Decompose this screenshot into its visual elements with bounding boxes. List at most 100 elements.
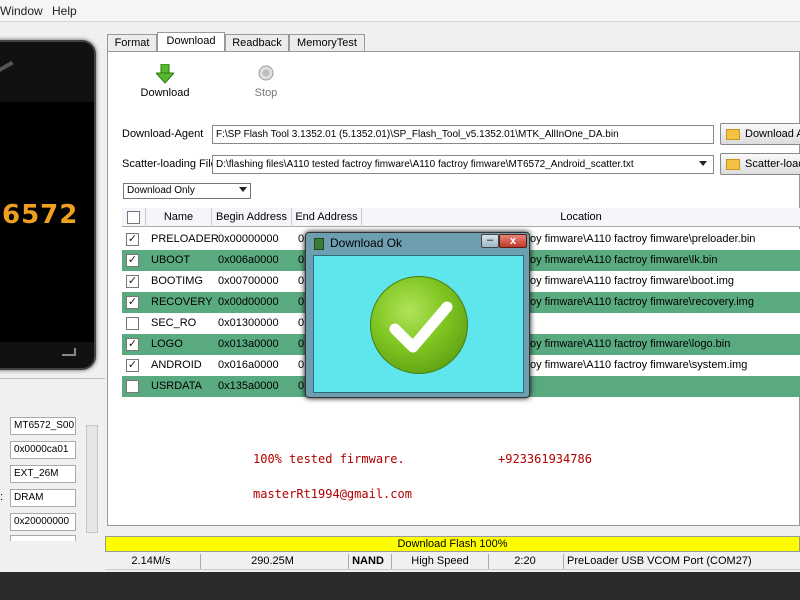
menu-window[interactable]: Window xyxy=(0,4,43,18)
tab-download[interactable]: Download xyxy=(157,32,225,52)
tab-readback[interactable]: Readback xyxy=(225,34,289,52)
scatter-field[interactable]: D:\flashing files\A110 tested factroy fi… xyxy=(212,155,714,174)
checkmark-icon xyxy=(370,276,468,374)
scatter-button[interactable]: Scatter-loading xyxy=(720,153,800,175)
download-button[interactable]: Download xyxy=(135,63,195,104)
row-checkbox[interactable]: ✓ xyxy=(126,359,139,372)
row-checkbox[interactable]: ✓ xyxy=(126,233,139,246)
row-location: oy fimware\A110 factroy fimware\lk.bin xyxy=(530,254,718,266)
status-time: 2:20 xyxy=(514,555,536,567)
minimize-button[interactable]: – xyxy=(481,234,499,248)
menu-bar: Window Help xyxy=(0,0,800,22)
stop-icon xyxy=(258,65,274,81)
row-location: oy fimware\A110 factroy fimware\system.i… xyxy=(530,359,748,371)
row-begin-address: 0x00700000 xyxy=(218,275,279,287)
row-checkbox[interactable]: ✓ xyxy=(126,338,139,351)
info-hw-code: 0x0000ca01 xyxy=(10,441,76,459)
row-name: LOGO xyxy=(151,338,183,350)
header-begin[interactable]: Begin Address xyxy=(212,208,292,227)
row-checkbox[interactable]: ✓ xyxy=(126,275,139,288)
taskbar-strip xyxy=(0,572,800,600)
row-end-address: 0 xyxy=(298,380,305,392)
select-all-checkbox[interactable] xyxy=(127,211,140,224)
row-end-address: 0 xyxy=(298,254,305,266)
download-agent-label: Download-Agent xyxy=(122,128,204,140)
tab-format[interactable]: Format xyxy=(107,34,157,52)
close-button[interactable]: x xyxy=(499,234,527,248)
promo-email: masterRt1994@gmail.com xyxy=(253,487,412,501)
row-name: PRELOADER xyxy=(151,233,219,245)
row-location: oy fimware\A110 factroy fimware\boot.img xyxy=(530,275,734,287)
row-checkbox[interactable] xyxy=(126,380,139,393)
phone-preview: 6572 xyxy=(0,30,105,380)
row-end-address: 0 xyxy=(298,359,305,371)
promo-phone: +923361934786 xyxy=(498,452,592,466)
info-ram-size: 0x20000000 xyxy=(10,513,76,531)
mode-select[interactable]: Download Only xyxy=(123,183,251,199)
row-begin-address: 0x00d00000 xyxy=(218,296,279,308)
row-name: UBOOT xyxy=(151,254,191,266)
row-begin-address: 0x016a0000 xyxy=(218,359,279,371)
progress-bar: Download Flash 100% xyxy=(105,536,800,552)
info-ram-type: DRAM xyxy=(10,489,76,507)
stop-button-label: Stop xyxy=(254,87,278,99)
row-name: ANDROID xyxy=(151,359,202,371)
stop-button[interactable]: Stop xyxy=(236,64,296,104)
info-more xyxy=(10,535,76,541)
app-icon xyxy=(314,238,324,250)
row-begin-address: 0x006a0000 xyxy=(218,254,279,266)
info-clock: EXT_26M xyxy=(10,465,76,483)
row-end-address: 0 xyxy=(298,317,305,329)
mode-select-value: Download Only xyxy=(127,185,195,196)
dialog-title: Download Ok xyxy=(330,236,403,250)
row-location: oy fimware\A110 factroy fimware\recovery… xyxy=(530,296,754,308)
row-name: BOOTIMG xyxy=(151,275,203,287)
promo-tested: 100% tested firmware. xyxy=(253,452,405,466)
status-size: 290.25M xyxy=(251,555,294,567)
status-bar: 2.14M/s 290.25M NAND High Speed 2:20 Pre… xyxy=(105,553,800,570)
header-end[interactable]: End Address xyxy=(292,208,362,227)
device-info-panel: MT6572_S00 0x0000ca01 EXT_26M : DRAM 0x2… xyxy=(0,378,105,541)
row-end-address: 0 xyxy=(298,296,305,308)
scatter-dropdown-icon[interactable] xyxy=(699,161,707,166)
chevron-down-icon xyxy=(239,187,247,192)
header-location[interactable]: Location xyxy=(362,208,800,227)
row-checkbox[interactable] xyxy=(126,317,139,330)
download-agent-button[interactable]: Download Agent xyxy=(720,123,800,145)
row-begin-address: 0x013a0000 xyxy=(218,338,279,350)
row-checkbox[interactable]: ✓ xyxy=(126,254,139,267)
status-storage: NAND xyxy=(352,555,384,567)
status-speed: 2.14M/s xyxy=(131,555,171,567)
phone-model-text: 6572 xyxy=(2,200,79,230)
dialog-body xyxy=(313,255,524,393)
header-name[interactable]: Name xyxy=(146,208,212,227)
row-checkbox[interactable]: ✓ xyxy=(126,296,139,309)
row-begin-address: 0x00000000 xyxy=(218,233,279,245)
download-agent-button-label: Download Agent xyxy=(745,128,800,140)
row-location: oy fimware\A110 factroy fimware\preloade… xyxy=(530,233,756,245)
menu-help[interactable]: Help xyxy=(52,4,77,18)
header-check[interactable] xyxy=(122,208,146,227)
row-end-address: 0 xyxy=(298,275,305,287)
row-begin-address: 0x01300000 xyxy=(218,317,279,329)
phone-image: 6572 xyxy=(0,40,96,370)
scatter-button-label: Scatter-loading xyxy=(745,158,800,170)
row-end-address: 0 xyxy=(298,233,305,245)
row-name: SEC_RO xyxy=(151,317,197,329)
download-arrow-icon xyxy=(154,63,176,84)
info-scrollbar[interactable] xyxy=(86,425,98,533)
info-chip: MT6572_S00 xyxy=(10,417,76,435)
download-button-label: Download xyxy=(140,87,190,99)
folder-icon xyxy=(726,159,740,170)
scatter-label: Scatter-loading File xyxy=(122,158,217,170)
phone-speaker xyxy=(0,60,14,76)
row-name: USRDATA xyxy=(151,380,202,392)
row-location: oy fimware\A110 factroy fimware\logo.bin xyxy=(530,338,731,350)
tab-memorytest[interactable]: MemoryTest xyxy=(289,34,365,52)
back-icon xyxy=(62,348,76,356)
download-agent-field[interactable]: F:\SP Flash Tool 3.1352.01 (5.1352.01)\S… xyxy=(212,125,714,144)
row-begin-address: 0x135a0000 xyxy=(218,380,279,392)
download-ok-dialog: Download Ok – x xyxy=(305,232,530,398)
folder-icon xyxy=(726,129,740,140)
status-usb-speed: High Speed xyxy=(411,555,469,567)
